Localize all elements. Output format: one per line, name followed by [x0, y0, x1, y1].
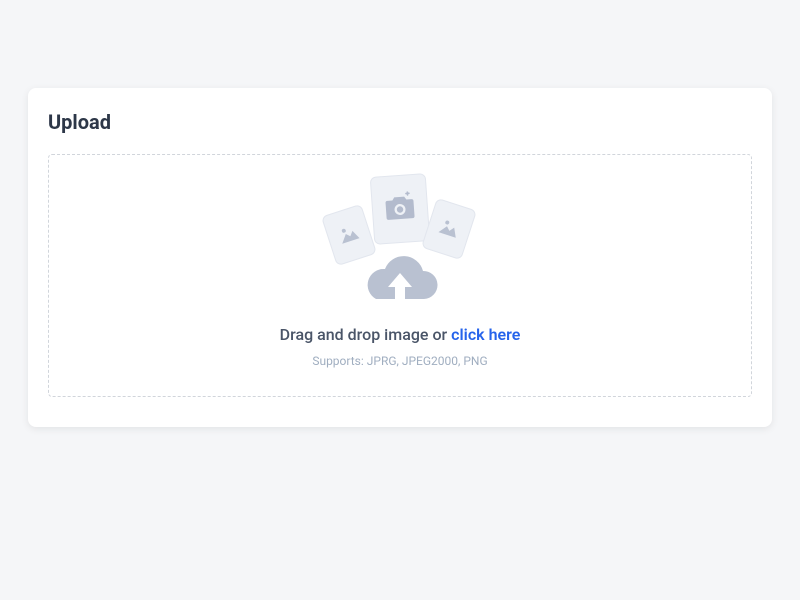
upload-dropzone[interactable]: Drag and drop image or click here Suppor… [48, 154, 752, 397]
card-title: Upload [48, 110, 752, 134]
camera-plus-icon [382, 191, 418, 227]
dropzone-prompt-text: Drag and drop image or [280, 325, 452, 344]
upload-illustration [300, 173, 500, 313]
click-here-link[interactable]: click here [451, 325, 520, 344]
cloud-upload-icon [350, 255, 450, 313]
dropzone-instruction: Drag and drop image or click here [69, 325, 731, 344]
image-card-right [421, 198, 477, 260]
upload-card: Upload [28, 88, 772, 427]
photo-icon [335, 220, 363, 250]
image-card-middle [370, 173, 431, 245]
photo-icon [435, 214, 463, 244]
dropzone-support-text: Supports: JPRG, JPEG2000, PNG [69, 354, 731, 368]
